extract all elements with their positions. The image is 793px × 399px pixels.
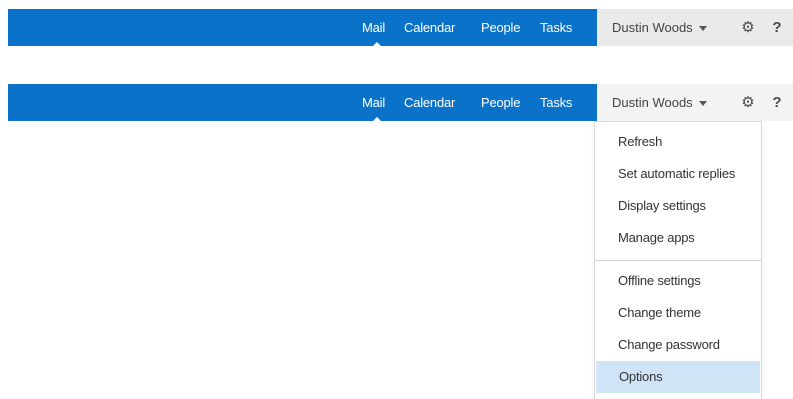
gear-icon[interactable]: ⚙: [737, 84, 759, 121]
user-dropdown-menu: Refresh Set automatic replies Display se…: [594, 121, 762, 399]
nav-tasks[interactable]: Tasks: [540, 9, 572, 46]
user-menu-button[interactable]: Dustin Woods: [597, 84, 729, 121]
nav-calendar[interactable]: Calendar: [404, 9, 455, 46]
menu-item-offline-settings[interactable]: Offline settings: [595, 265, 761, 297]
nav-tasks[interactable]: Tasks: [540, 84, 572, 121]
menu-item-options[interactable]: Options: [596, 361, 760, 393]
menu-item-manage-apps[interactable]: Manage apps: [595, 222, 761, 254]
nav-people[interactable]: People: [481, 9, 520, 46]
gear-icon[interactable]: ⚙: [737, 9, 759, 46]
nav-calendar[interactable]: Calendar: [404, 84, 455, 121]
menu-item-display-settings[interactable]: Display settings: [595, 190, 761, 222]
user-area: Dustin Woods ⚙ ?: [597, 9, 793, 46]
active-nav-indicator: [372, 42, 382, 47]
nav-people[interactable]: People: [481, 84, 520, 121]
active-nav-indicator: [372, 117, 382, 122]
menu-item-change-theme[interactable]: Change theme: [595, 297, 761, 329]
nav-mail[interactable]: Mail: [362, 84, 385, 121]
menu-group-primary: Refresh Set automatic replies Display se…: [595, 122, 761, 260]
user-menu-button[interactable]: Dustin Woods: [597, 9, 729, 46]
chevron-down-icon: [698, 26, 707, 32]
nav-mail[interactable]: Mail: [362, 9, 385, 46]
menu-item-change-password[interactable]: Change password: [595, 329, 761, 361]
user-area: Dustin Woods ⚙ ?: [597, 84, 793, 121]
screenshot-stage: Mail Calendar People Tasks Dustin Woods …: [0, 0, 793, 399]
menu-item-set-automatic-replies[interactable]: Set automatic replies: [595, 158, 761, 190]
suite-bar-collapsed: Mail Calendar People Tasks Dustin Woods …: [8, 9, 793, 47]
suite-bar-expanded: Mail Calendar People Tasks Dustin Woods …: [8, 84, 793, 122]
user-name: Dustin Woods: [612, 95, 693, 110]
chevron-down-icon: [698, 101, 707, 107]
user-name: Dustin Woods: [612, 20, 693, 35]
help-icon[interactable]: ?: [767, 9, 787, 46]
menu-group-secondary: Offline settings Change theme Change pas…: [595, 261, 761, 399]
help-icon[interactable]: ?: [767, 84, 787, 121]
menu-item-refresh[interactable]: Refresh: [595, 126, 761, 158]
